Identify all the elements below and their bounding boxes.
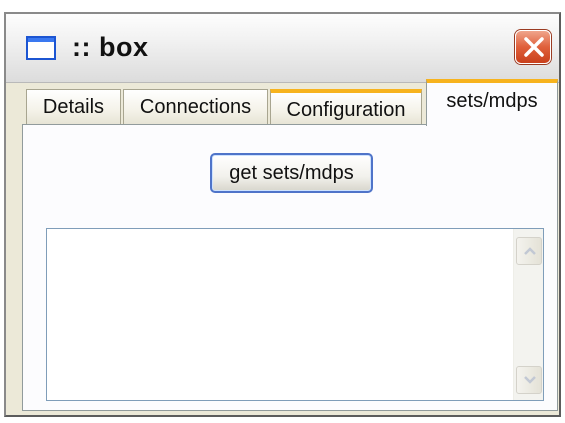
tab-panel-sets-mdps: get sets/mdps bbox=[22, 124, 558, 411]
scroll-down-button[interactable] bbox=[516, 366, 542, 394]
window-icon bbox=[26, 36, 56, 60]
tab-details[interactable]: Details bbox=[26, 89, 121, 125]
tab-connections[interactable]: Connections bbox=[123, 89, 268, 125]
scroll-down-arrow-icon bbox=[524, 376, 536, 384]
tab-sets-mdps[interactable]: sets/mdps bbox=[426, 79, 558, 126]
tab-configuration[interactable]: Configuration bbox=[270, 89, 422, 125]
vertical-scrollbar[interactable] bbox=[513, 229, 543, 400]
close-button[interactable] bbox=[515, 30, 551, 64]
scroll-up-button[interactable] bbox=[516, 237, 542, 265]
tab-strip: Details Connections Configuration sets/m… bbox=[22, 79, 562, 126]
close-icon bbox=[524, 37, 544, 57]
scroll-up-arrow-icon bbox=[524, 247, 536, 255]
get-sets-mdps-button[interactable]: get sets/mdps bbox=[210, 153, 373, 193]
window-title: :: box bbox=[72, 32, 149, 62]
output-textarea[interactable] bbox=[46, 228, 544, 401]
title-bar[interactable]: :: box bbox=[6, 14, 559, 83]
